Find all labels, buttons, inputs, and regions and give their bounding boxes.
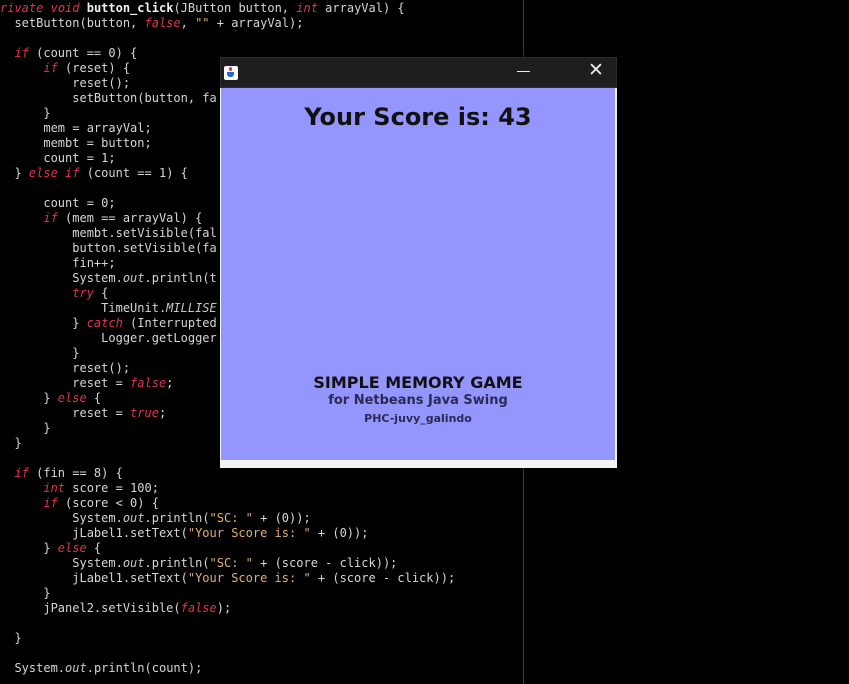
code-line: mem = arrayVal; — [0, 121, 152, 135]
game-window: ✕ Your Score is: 43 SIMPLE MEMORY GAME f… — [220, 57, 617, 468]
code-line: reset = true; — [0, 406, 167, 420]
code-line: rivate void button_click(JButton button,… — [0, 1, 405, 15]
code-line: System.out.println("SC: " + (score - cli… — [0, 556, 398, 570]
code-line: } — [0, 106, 51, 120]
code-line: setButton(button, false, "" + arrayVal); — [0, 16, 304, 30]
window-bottom-border — [221, 460, 615, 466]
code-line: fin++; — [0, 256, 116, 270]
code-line: jLabel1.setText("Your Score is: " + (sco… — [0, 571, 456, 585]
code-line: jLabel1.setText("Your Score is: " + (0))… — [0, 526, 369, 540]
code-line: System.out.println(t — [0, 271, 217, 285]
code-line: if (reset) { — [43, 61, 131, 75]
code-line: count = 1; — [0, 151, 116, 165]
code-line: } else { — [0, 391, 102, 405]
code-line: TimeUnit.MILLISE — [0, 301, 217, 315]
code-line: if (mem == arrayVal) { — [43, 211, 203, 225]
code-line: } — [0, 436, 22, 450]
game-subtitle: for Netbeans Java Swing — [328, 393, 508, 408]
code-line: reset = false; — [0, 376, 174, 390]
code-line: button.setVisible(fa — [0, 241, 217, 255]
code-line: jPanel2.setVisible(false); — [0, 601, 232, 615]
game-author: PHC-juvy_galindo — [364, 412, 472, 425]
score-label: Your Score is: 43 — [304, 103, 532, 131]
code-line: count = 0; — [0, 196, 116, 210]
code-line: } else if (count == 1) { — [0, 166, 188, 180]
code-line: try { — [72, 286, 109, 300]
code-line: } else { — [0, 541, 102, 555]
code-line: membt = button; — [0, 136, 152, 150]
code-line: int score = 100; — [43, 481, 159, 495]
code-line: System.out.println(count); — [0, 661, 203, 675]
code-line: } — [0, 631, 22, 645]
minimize-button[interactable] — [507, 58, 541, 87]
java-icon — [224, 66, 238, 80]
close-button[interactable]: ✕ — [576, 58, 616, 87]
code-line: reset(); — [0, 76, 131, 90]
code-line: if (score < 0) { — [43, 496, 159, 510]
game-title: SIMPLE MEMORY GAME — [313, 373, 523, 392]
code-line: Logger.getLogger — [0, 331, 217, 345]
code-line: reset(); — [0, 361, 131, 375]
window-titlebar[interactable]: ✕ — [220, 57, 617, 88]
code-line: if (count == 0) { — [14, 46, 138, 60]
code-line: } — [0, 421, 51, 435]
code-line: if (fin == 8) { — [14, 466, 123, 480]
code-line: setButton(button, fa — [0, 91, 217, 105]
code-line: } — [0, 586, 51, 600]
code-line: membt.setVisible(fal — [0, 226, 217, 240]
score-panel: Your Score is: 43 SIMPLE MEMORY GAME for… — [221, 88, 615, 460]
code-line: } — [0, 346, 80, 360]
code-line: System.out.println("SC: " + (0)); — [0, 511, 311, 525]
code-line: } catch (Interrupted — [0, 316, 217, 330]
